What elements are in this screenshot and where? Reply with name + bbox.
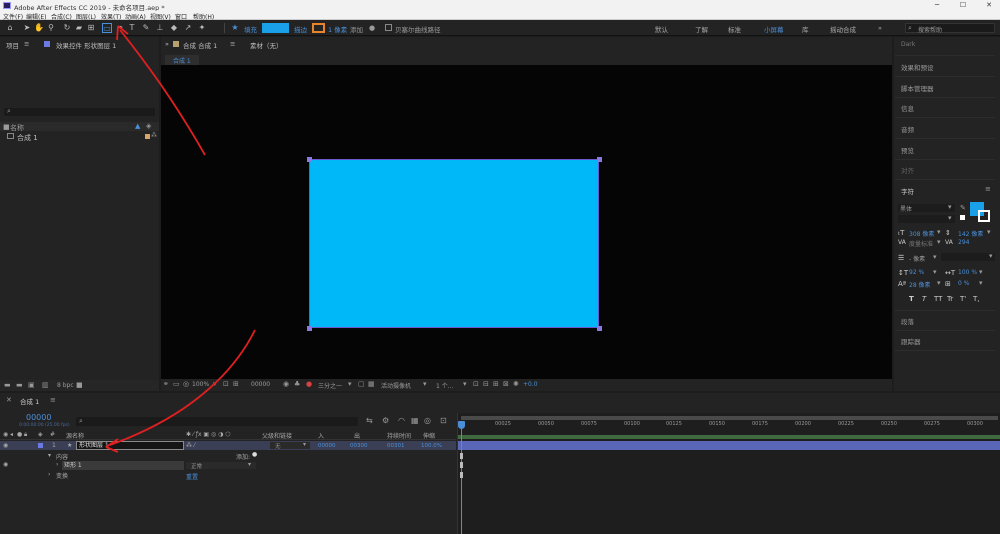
- arrowhead-bottom: [105, 438, 119, 453]
- arrow-to-layer-name: [109, 329, 256, 446]
- annotation-arrows: [105, 25, 256, 453]
- arrow-to-rectangle-tool: [119, 29, 206, 156]
